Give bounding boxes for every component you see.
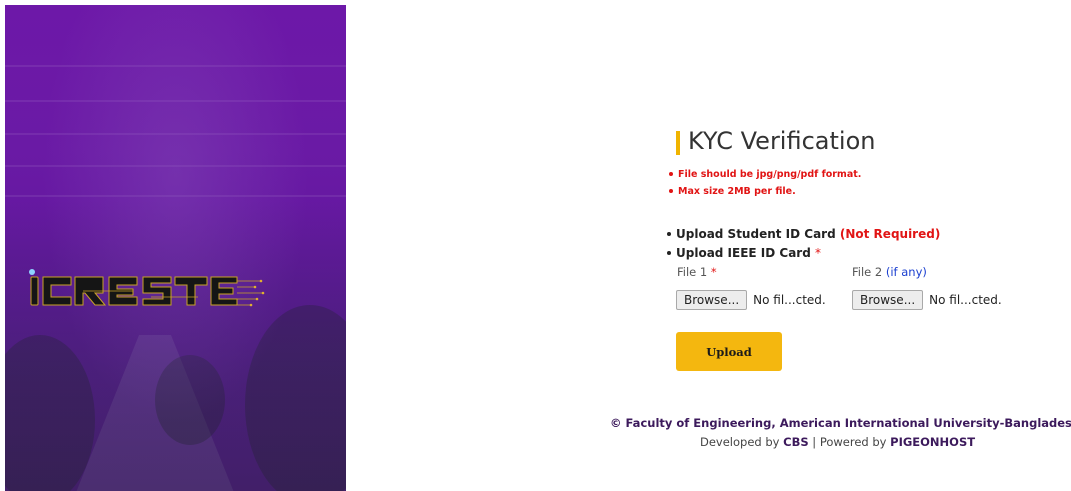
file2-label: File 2 (if any) [852,265,927,279]
footer-credits: Developed by CBS | Powered by PIGEONHOST [700,435,976,449]
page: KYC Verification File should be jpg/png/… [0,0,1071,491]
upload-requirements-list: Upload Student ID Card (Not Required) Up… [667,225,940,263]
developer-link[interactable]: CBS [783,435,809,449]
file2-browse-button[interactable]: Browse... [852,290,924,310]
student-id-label: Upload Student ID Card [676,227,836,241]
file2-status: No fil...cted. [929,293,1002,307]
title-accent-bar [676,131,680,155]
hero-panel [5,5,346,491]
upload-button[interactable]: Upload [676,332,782,371]
icrest-logo [29,269,265,307]
not-required-note: (Not Required) [839,227,941,241]
rule-item: File should be jpg/png/pdf format. [669,166,861,183]
rule-item: Max size 2MB per file. [669,183,861,200]
footer-copyright: © Faculty of Engineering, American Inter… [610,416,1071,430]
file1-status: No fil...cted. [753,293,826,307]
file1-input[interactable]: Browse... No fil...cted. [676,290,826,310]
file2-input[interactable]: Browse... No fil...cted. [852,290,1002,310]
file1-browse-button[interactable]: Browse... [676,290,748,310]
file-rules-list: File should be jpg/png/pdf format. Max s… [669,166,861,200]
file1-label: File 1 * [677,265,717,279]
student-id-item: Upload Student ID Card (Not Required) [667,225,940,244]
required-mark: * [815,246,821,260]
host-link[interactable]: PIGEONHOST [890,435,975,449]
ieee-id-label: Upload IEEE ID Card [676,246,811,260]
ieee-id-item: Upload IEEE ID Card * [667,244,940,263]
page-title: KYC Verification [688,127,876,155]
required-mark: * [710,265,717,279]
file2-hint: (if any) [885,265,927,279]
